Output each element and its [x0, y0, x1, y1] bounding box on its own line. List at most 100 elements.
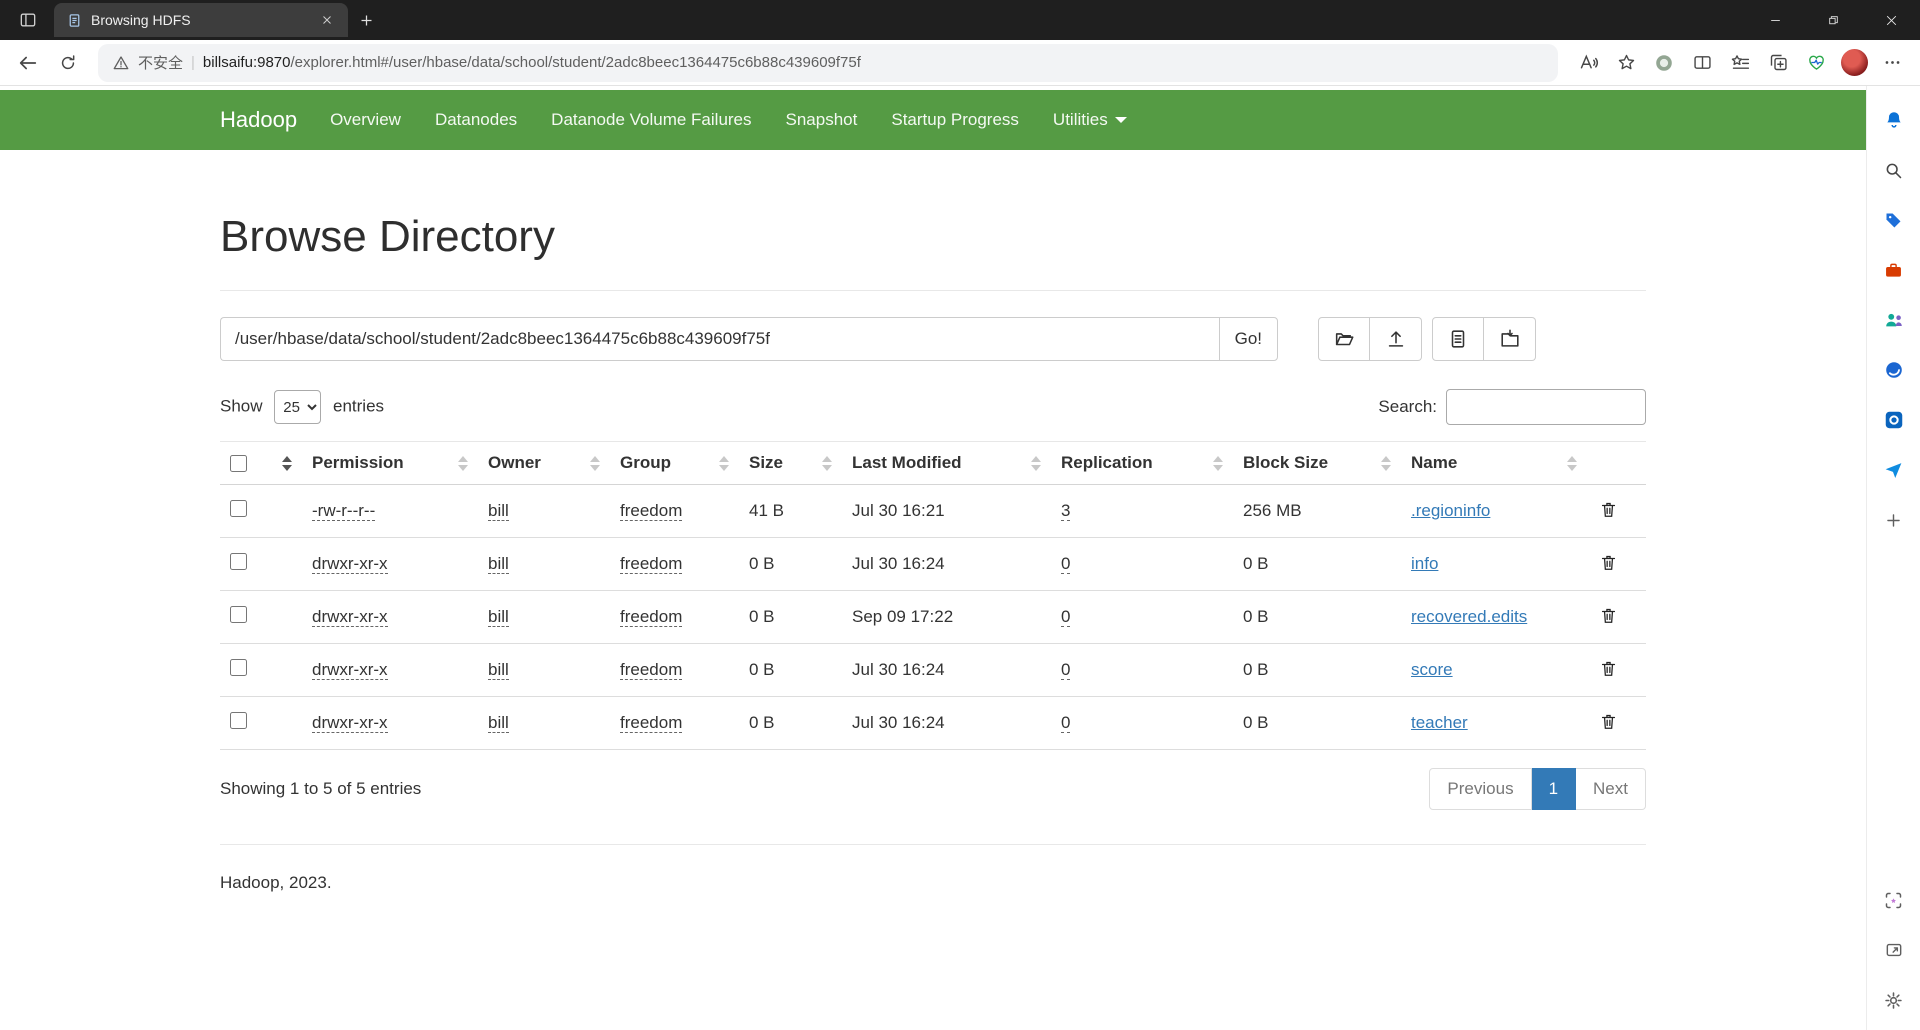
delete-button[interactable] [1597, 710, 1620, 733]
tab-actions-button[interactable] [10, 4, 46, 36]
pagination-next[interactable]: Next [1576, 768, 1646, 810]
permission-cell[interactable]: drwxr-xr-x [312, 607, 388, 627]
screenshot-tool-button[interactable] [1874, 880, 1914, 920]
file-name-link[interactable]: teacher [1411, 713, 1468, 732]
header-owner[interactable]: Owner [478, 441, 610, 485]
url-field[interactable]: 不安全 | billsaifu:9870/explorer.html#/user… [98, 43, 1558, 82]
people-button[interactable] [1874, 300, 1914, 340]
header-replication[interactable]: Replication [1051, 441, 1233, 485]
owner-cell[interactable]: bill [488, 607, 509, 627]
permission-cell[interactable]: drwxr-xr-x [312, 713, 388, 733]
refresh-button[interactable] [50, 47, 86, 79]
go-button[interactable]: Go! [1218, 317, 1278, 361]
row-checkbox[interactable] [230, 553, 247, 570]
pagination-previous[interactable]: Previous [1429, 768, 1532, 810]
permission-cell[interactable]: drwxr-xr-x [312, 554, 388, 574]
microsoft365-button[interactable] [1874, 350, 1914, 390]
nav-datanode-volume-failures[interactable]: Datanode Volume Failures [534, 90, 768, 150]
page-size-select[interactable]: 25 [274, 390, 322, 424]
delete-button[interactable] [1597, 498, 1620, 521]
close-window-button[interactable] [1862, 0, 1920, 40]
sidebar-search-button[interactable] [1874, 150, 1914, 190]
minimize-button[interactable] [1746, 0, 1804, 40]
row-checkbox[interactable] [230, 712, 247, 729]
open-in-browser-button[interactable] [1874, 930, 1914, 970]
file-name-link[interactable]: .regioninfo [1411, 501, 1490, 520]
delete-button[interactable] [1597, 657, 1620, 680]
drop-button[interactable] [1874, 450, 1914, 490]
create-directory-button[interactable] [1318, 317, 1370, 361]
nav-overview[interactable]: Overview [313, 90, 418, 150]
row-checkbox[interactable] [230, 606, 247, 623]
select-all-checkbox[interactable] [230, 454, 247, 472]
permission-cell[interactable]: -rw-r--r-- [312, 501, 376, 521]
nav-startup-progress[interactable]: Startup Progress [874, 90, 1036, 150]
header-permission[interactable]: Permission [302, 441, 478, 485]
back-button[interactable] [10, 47, 46, 79]
favorites-hub-button[interactable] [1722, 47, 1758, 79]
header-name[interactable]: Name [1401, 441, 1587, 485]
group-cell[interactable]: freedom [620, 554, 683, 574]
cut-files-button[interactable] [1432, 317, 1484, 361]
paste-files-button[interactable] [1484, 317, 1536, 361]
collections-button[interactable] [1760, 47, 1796, 79]
browser-essentials-button[interactable] [1798, 47, 1834, 79]
nav-snapshot[interactable]: Snapshot [769, 90, 875, 150]
file-name-link[interactable]: info [1411, 554, 1438, 573]
row-checkbox[interactable] [230, 659, 247, 676]
folder-open-icon [1335, 333, 1354, 346]
back-icon [19, 56, 37, 69]
upload-files-button[interactable] [1370, 317, 1422, 361]
new-tab-button[interactable] [348, 4, 384, 36]
directory-actions-group [1318, 317, 1422, 361]
delete-button[interactable] [1597, 551, 1620, 574]
settings-more-button[interactable] [1874, 47, 1910, 79]
replication-cell[interactable]: 3 [1061, 501, 1071, 521]
replication-cell[interactable]: 0 [1061, 554, 1071, 574]
group-cell[interactable]: freedom [620, 713, 683, 733]
size-cell: 0 B [739, 537, 842, 591]
nav-utilities-dropdown[interactable]: Utilities [1036, 90, 1144, 150]
header-block-size[interactable]: Block Size [1233, 441, 1401, 485]
owner-cell[interactable]: bill [488, 501, 509, 521]
split-screen-button[interactable] [1684, 47, 1720, 79]
m365-toolbox-button[interactable] [1874, 250, 1914, 290]
row-checkbox[interactable] [230, 500, 247, 517]
file-name-link[interactable]: score [1411, 660, 1453, 679]
read-aloud-button[interactable] [1570, 47, 1606, 79]
group-cell[interactable]: freedom [620, 660, 683, 680]
browser-tab[interactable]: Browsing HDFS [54, 3, 348, 37]
header-size[interactable]: Size [739, 441, 842, 485]
header-group[interactable]: Group [610, 441, 739, 485]
outlook-button[interactable] [1874, 400, 1914, 440]
file-name-link[interactable]: recovered.edits [1411, 607, 1527, 626]
security-label[interactable]: 不安全 [138, 52, 183, 73]
profile-button[interactable] [1836, 47, 1872, 79]
owner-cell[interactable]: bill [488, 713, 509, 733]
sidebar-settings-button[interactable] [1874, 980, 1914, 1020]
customize-sidebar-button[interactable] [1874, 500, 1914, 540]
group-cell[interactable]: freedom [620, 607, 683, 627]
group-cell[interactable]: freedom [620, 501, 683, 521]
owner-cell[interactable]: bill [488, 554, 509, 574]
header-last-modified[interactable]: Last Modified [842, 441, 1051, 485]
restore-button[interactable] [1804, 0, 1862, 40]
notifications-button[interactable] [1874, 100, 1914, 140]
shopping-button[interactable] [1874, 200, 1914, 240]
extension-icon [1656, 54, 1672, 71]
owner-cell[interactable]: bill [488, 660, 509, 680]
replication-cell[interactable]: 0 [1061, 607, 1071, 627]
replication-cell[interactable]: 0 [1061, 660, 1071, 680]
nav-datanodes[interactable]: Datanodes [418, 90, 534, 150]
navbar-brand[interactable]: Hadoop [220, 107, 297, 133]
header-select[interactable] [220, 441, 302, 485]
tab-close-button[interactable] [314, 8, 340, 32]
favorite-button[interactable] [1608, 47, 1644, 79]
delete-button[interactable] [1597, 604, 1620, 627]
search-input[interactable] [1446, 389, 1646, 425]
pagination-page-1[interactable]: 1 [1531, 768, 1577, 810]
permission-cell[interactable]: drwxr-xr-x [312, 660, 388, 680]
directory-path-input[interactable] [220, 317, 1219, 361]
extension-button[interactable] [1646, 47, 1682, 79]
replication-cell[interactable]: 0 [1061, 713, 1071, 733]
